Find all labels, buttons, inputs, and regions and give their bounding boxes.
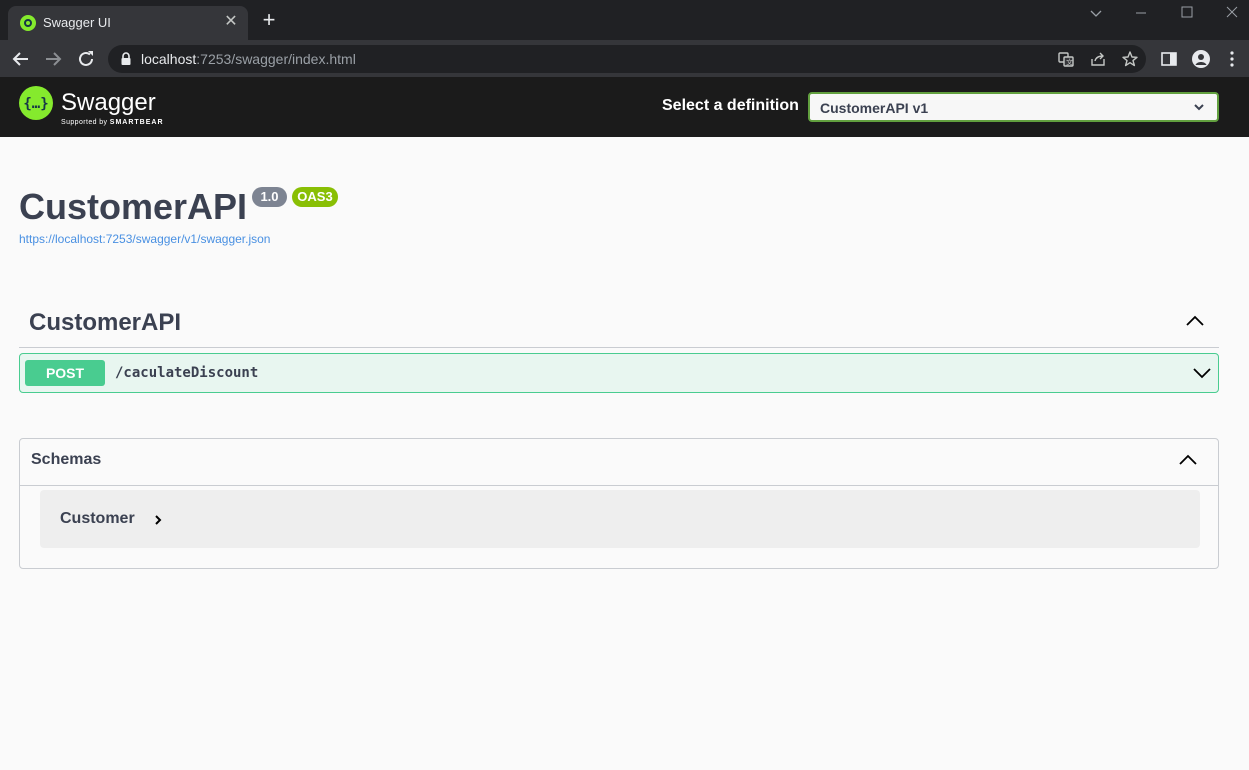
chevron-down-icon[interactable] [1192, 366, 1212, 380]
side-panel-icon[interactable] [1159, 49, 1179, 69]
swagger-logo-subtitle: Supported by SMARTBEAR [61, 119, 164, 126]
svg-text:文: 文 [1066, 58, 1073, 67]
schemas-section: Schemas Customer [19, 438, 1219, 569]
swagger-logo-icon[interactable]: {…} [19, 86, 53, 120]
http-method-badge: POST [25, 360, 105, 386]
operation-post-caculate-discount[interactable]: POST /caculateDiscount [19, 353, 1219, 393]
tab-close-icon[interactable]: ✕ [222, 13, 240, 31]
reload-icon[interactable] [73, 46, 99, 72]
url-text[interactable]: localhost:7253/swagger/index.html [141, 51, 356, 67]
chevron-up-icon[interactable] [1185, 314, 1205, 328]
operation-tag-header[interactable]: CustomerAPI [19, 300, 1219, 348]
translate-icon[interactable]: 文 [1057, 50, 1075, 68]
api-title: CustomerAPI [19, 186, 248, 227]
address-bar[interactable]: localhost:7253/swagger/index.html 文 [108, 45, 1146, 73]
bookmark-star-icon[interactable] [1121, 50, 1139, 68]
back-icon[interactable] [8, 46, 34, 72]
share-icon[interactable] [1089, 50, 1107, 68]
browser-tab-strip: Swagger UI ✕ + [0, 0, 1249, 40]
more-menu-icon[interactable] [1222, 49, 1242, 69]
swagger-topbar: {…} Swagger Supported by SMARTBEAR Selec… [0, 77, 1249, 137]
new-tab-button[interactable]: + [258, 9, 280, 32]
spec-url-link[interactable]: https://localhost:7253/swagger/v1/swagge… [19, 232, 270, 246]
oas-badge: OAS3 [292, 187, 338, 207]
operation-path: /caculateDiscount [115, 365, 259, 381]
chevron-down-icon [1194, 104, 1204, 111]
svg-text:{…}: {…} [23, 96, 48, 112]
tab-title: Swagger UI [43, 15, 111, 30]
schema-model-name: Customer [60, 510, 135, 527]
version-badge: 1.0 [252, 187, 287, 207]
swagger-logo-text[interactable]: Swagger [61, 89, 156, 117]
definition-selected-value: CustomerAPI v1 [820, 100, 929, 116]
swagger-favicon-icon [20, 15, 36, 31]
operation-tag-name: CustomerAPI [29, 309, 182, 336]
browser-tab[interactable]: Swagger UI ✕ [8, 6, 248, 40]
forward-icon[interactable] [40, 46, 66, 72]
minimize-icon[interactable] [1126, 4, 1156, 24]
maximize-icon[interactable] [1172, 4, 1202, 24]
schema-model-customer[interactable]: Customer [40, 490, 1200, 548]
definition-select[interactable]: CustomerAPI v1 [808, 92, 1219, 122]
chevron-up-icon[interactable] [1178, 453, 1198, 467]
close-window-icon[interactable] [1217, 4, 1247, 24]
lock-icon [121, 52, 131, 65]
tab-search-icon[interactable] [1081, 4, 1111, 24]
schemas-title: Schemas [31, 451, 102, 468]
profile-avatar-icon[interactable] [1191, 49, 1211, 69]
schemas-header[interactable]: Schemas [20, 439, 1218, 486]
browser-toolbar: localhost:7253/swagger/index.html 文 [0, 40, 1249, 77]
chevron-right-icon[interactable] [153, 514, 163, 526]
definition-label: Select a definition [662, 97, 799, 114]
